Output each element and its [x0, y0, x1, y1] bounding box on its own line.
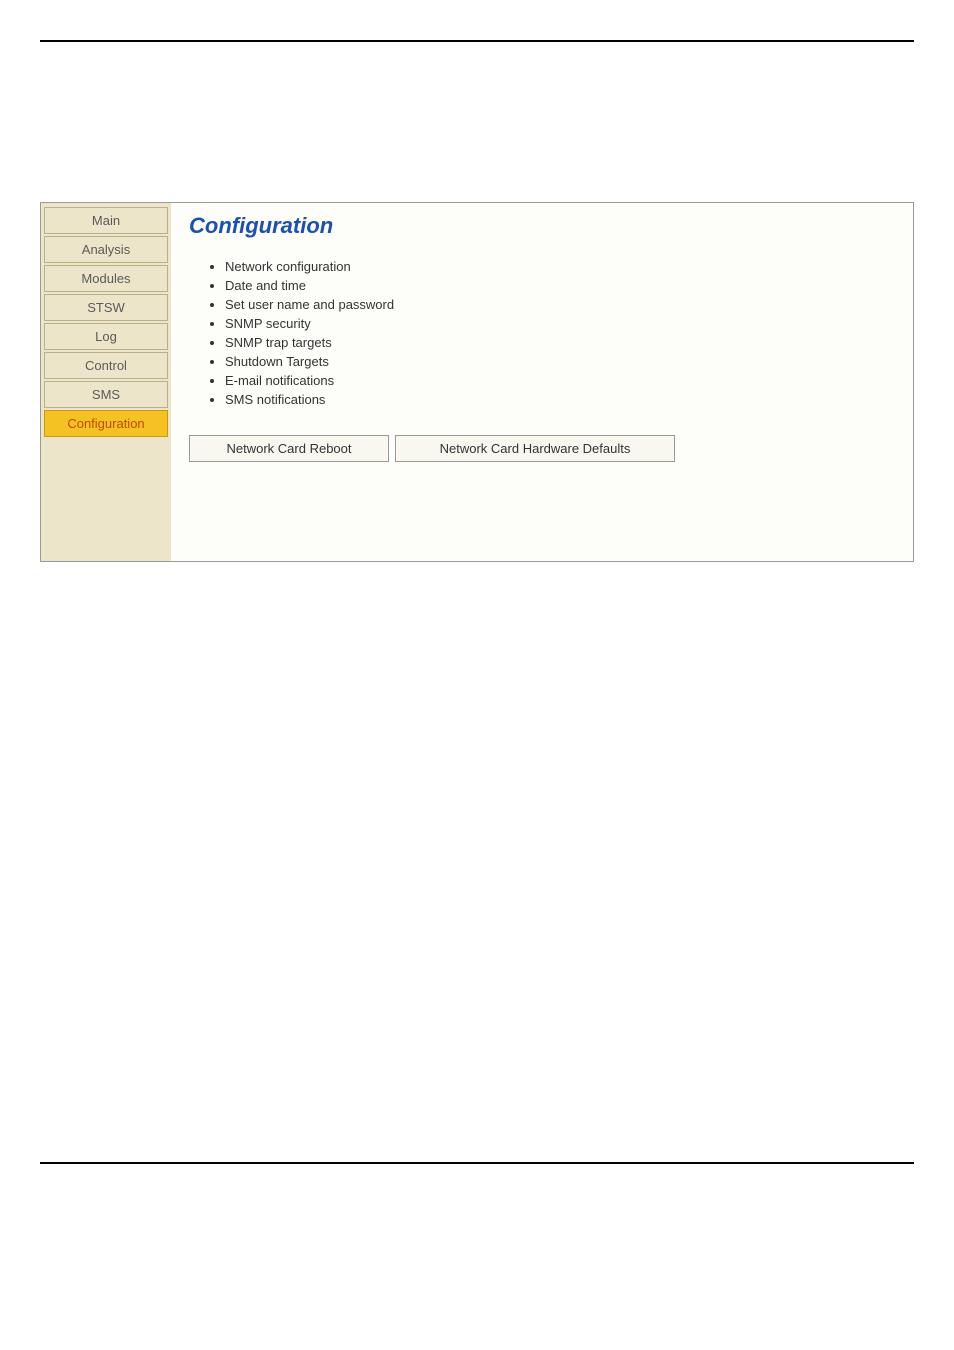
network-card-reboot-button[interactable]: Network Card Reboot — [189, 435, 389, 462]
link-snmp-trap-targets[interactable]: SNMP trap targets — [225, 333, 895, 352]
link-snmp-security[interactable]: SNMP security — [225, 314, 895, 333]
bottom-rule — [40, 1162, 914, 1164]
content-area: Configuration Network configuration Date… — [171, 203, 913, 561]
action-buttons: Network Card Reboot Network Card Hardwar… — [189, 435, 895, 462]
app-panel: Main Analysis Modules STSW Log Control S… — [40, 202, 914, 562]
sidebar: Main Analysis Modules STSW Log Control S… — [41, 203, 171, 561]
sidebar-item-analysis[interactable]: Analysis — [44, 236, 168, 263]
sidebar-item-configuration[interactable]: Configuration — [44, 410, 168, 437]
page-title: Configuration — [189, 213, 895, 239]
link-email-notifications[interactable]: E-mail notifications — [225, 371, 895, 390]
top-rule — [40, 40, 914, 42]
sidebar-item-main[interactable]: Main — [44, 207, 168, 234]
link-shutdown-targets[interactable]: Shutdown Targets — [225, 352, 895, 371]
link-date-and-time[interactable]: Date and time — [225, 276, 895, 295]
page-container: Main Analysis Modules STSW Log Control S… — [0, 0, 954, 1204]
network-card-hardware-defaults-button[interactable]: Network Card Hardware Defaults — [395, 435, 675, 462]
link-set-user-name-and-password[interactable]: Set user name and password — [225, 295, 895, 314]
sidebar-item-control[interactable]: Control — [44, 352, 168, 379]
config-links-list: Network configuration Date and time Set … — [225, 257, 895, 409]
sidebar-item-stsw[interactable]: STSW — [44, 294, 168, 321]
link-network-configuration[interactable]: Network configuration — [225, 257, 895, 276]
link-sms-notifications[interactable]: SMS notifications — [225, 390, 895, 409]
sidebar-item-sms[interactable]: SMS — [44, 381, 168, 408]
sidebar-item-log[interactable]: Log — [44, 323, 168, 350]
sidebar-item-modules[interactable]: Modules — [44, 265, 168, 292]
